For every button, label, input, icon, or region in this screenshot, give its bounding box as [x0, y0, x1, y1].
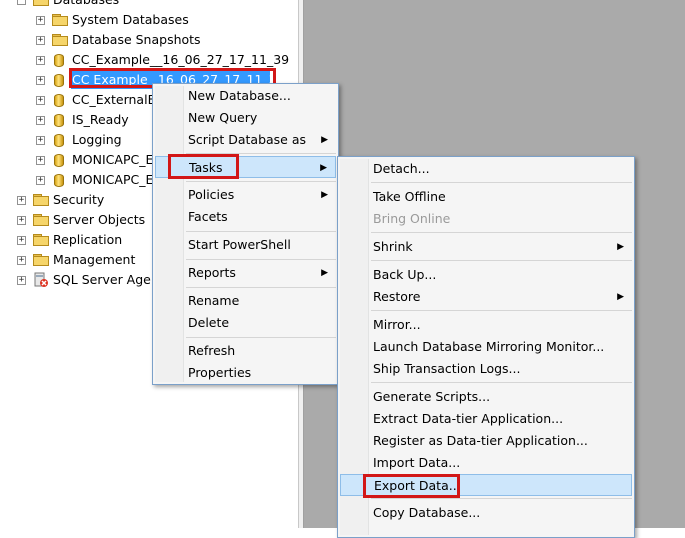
context-menu: New Database... New Query Script Databas… [152, 83, 339, 385]
tree-node-label: Logging [72, 132, 122, 147]
submenu-arrow-icon: ▶ [321, 190, 328, 200]
tree-node-label: CC_ExternalBr [72, 92, 162, 107]
expand-icon[interactable]: + [36, 36, 45, 45]
expand-icon[interactable]: + [17, 196, 26, 205]
database-icon [54, 113, 64, 127]
database-icon [54, 133, 64, 147]
menu-item-import-data[interactable]: Import Data... [340, 452, 632, 474]
tree-node-database-snapshots[interactable]: + Database Snapshots [36, 30, 276, 50]
expand-icon[interactable]: + [36, 136, 45, 145]
tree-node-replication[interactable]: + Replication [17, 230, 167, 250]
menu-item-reports[interactable]: Reports ▶ [155, 262, 336, 284]
menu-item-delete[interactable]: Delete [155, 312, 336, 334]
database-icon [54, 173, 64, 187]
folder-icon [52, 34, 68, 46]
menu-item-restore[interactable]: Restore ▶ [340, 286, 632, 308]
highlight-box-export-data [363, 474, 460, 498]
submenu-arrow-icon: ▶ [321, 135, 328, 145]
tree-node-databases[interactable]: − Databases [17, 0, 217, 10]
tree-node-label: Database Snapshots [72, 32, 201, 47]
folder-icon [52, 14, 68, 26]
expand-icon[interactable]: + [17, 276, 26, 285]
folder-icon [33, 0, 49, 6]
menu-item-facets[interactable]: Facets [155, 206, 336, 228]
tree-node-server-objects[interactable]: + Server Objects [17, 210, 167, 230]
menu-item-refresh[interactable]: Refresh [155, 340, 336, 362]
menu-item-ship-transaction-logs[interactable]: Ship Transaction Logs... [340, 358, 632, 380]
menu-item-generate-scripts[interactable]: Generate Scripts... [340, 386, 632, 408]
folder-icon [33, 254, 49, 266]
menu-item-script-database-as[interactable]: Script Database as ▶ [155, 129, 336, 151]
expand-icon[interactable]: + [17, 236, 26, 245]
tree-node-label: IS_Ready [72, 112, 129, 127]
folder-icon [33, 194, 49, 206]
expand-icon[interactable]: + [36, 156, 45, 165]
menu-item-register-data-tier[interactable]: Register as Data-tier Application... [340, 430, 632, 452]
tree-node-label: Databases [53, 0, 119, 10]
expand-icon[interactable]: + [36, 116, 45, 125]
menu-item-properties[interactable]: Properties [155, 362, 336, 384]
menu-item-rename[interactable]: Rename [155, 290, 336, 312]
highlight-box-tasks [168, 154, 239, 179]
sql-agent-icon [34, 272, 48, 287]
menu-item-shrink[interactable]: Shrink ▶ [340, 236, 632, 258]
menu-item-new-query[interactable]: New Query [155, 107, 336, 129]
database-icon [54, 93, 64, 107]
tree-node-sql-server-agent[interactable]: + SQL Server Agent [17, 270, 167, 290]
expand-icon[interactable]: + [36, 56, 45, 65]
expand-icon[interactable]: + [17, 256, 26, 265]
tree-node-label: CC_Example__16_06_27_17_11_39 [72, 52, 290, 67]
menu-item-back-up[interactable]: Back Up... [340, 264, 632, 286]
submenu-arrow-icon: ▶ [320, 163, 327, 173]
expand-icon[interactable]: + [17, 216, 26, 225]
tree-node-label: Server Objects [53, 212, 146, 227]
collapse-icon[interactable]: − [17, 0, 26, 5]
expand-icon[interactable]: + [36, 176, 45, 185]
menu-item-detach[interactable]: Detach... [340, 158, 632, 180]
tree-node-management[interactable]: + Management [17, 250, 167, 270]
menu-item-new-database[interactable]: New Database... [155, 85, 336, 107]
tree-node-db-cc-example[interactable]: + CC_Example__16_06_27_17_11_39 [36, 50, 296, 70]
expand-icon[interactable]: + [36, 76, 45, 85]
tree-node-label: MONICAPC_E [72, 152, 154, 167]
menu-item-policies[interactable]: Policies ▶ [155, 184, 336, 206]
tree-node-label: MONICAPC_E [72, 172, 154, 187]
submenu-arrow-icon: ▶ [617, 292, 624, 302]
menu-item-extract-data-tier[interactable]: Extract Data-tier Application... [340, 408, 632, 430]
menu-item-copy-database[interactable]: Copy Database... [340, 502, 632, 524]
menu-item-start-powershell[interactable]: Start PowerShell [155, 234, 336, 256]
menu-item-take-offline[interactable]: Take Offline [340, 186, 632, 208]
submenu-arrow-icon: ▶ [617, 242, 624, 252]
expand-icon[interactable]: + [36, 96, 45, 105]
submenu-arrow-icon: ▶ [321, 268, 328, 278]
database-icon [54, 53, 64, 67]
tree-node-label: Replication [53, 232, 123, 247]
tree-node-label: Management [53, 252, 136, 267]
folder-icon [33, 234, 49, 246]
menu-item-launch-mirroring-monitor[interactable]: Launch Database Mirroring Monitor... [340, 336, 632, 358]
folder-icon [33, 214, 49, 226]
tree-node-label: System Databases [72, 12, 189, 27]
menu-item-bring-online: Bring Online [373, 211, 451, 226]
tree-node-label: Security [53, 192, 105, 207]
menu-item-mirror[interactable]: Mirror... [340, 314, 632, 336]
database-icon [54, 153, 64, 167]
database-icon [54, 73, 64, 87]
tree-node-security[interactable]: + Security [17, 190, 167, 210]
tree-node-label: SQL Server Agent [53, 272, 164, 287]
tree-node-system-databases[interactable]: + System Databases [36, 10, 276, 30]
expand-icon[interactable]: + [36, 16, 45, 25]
